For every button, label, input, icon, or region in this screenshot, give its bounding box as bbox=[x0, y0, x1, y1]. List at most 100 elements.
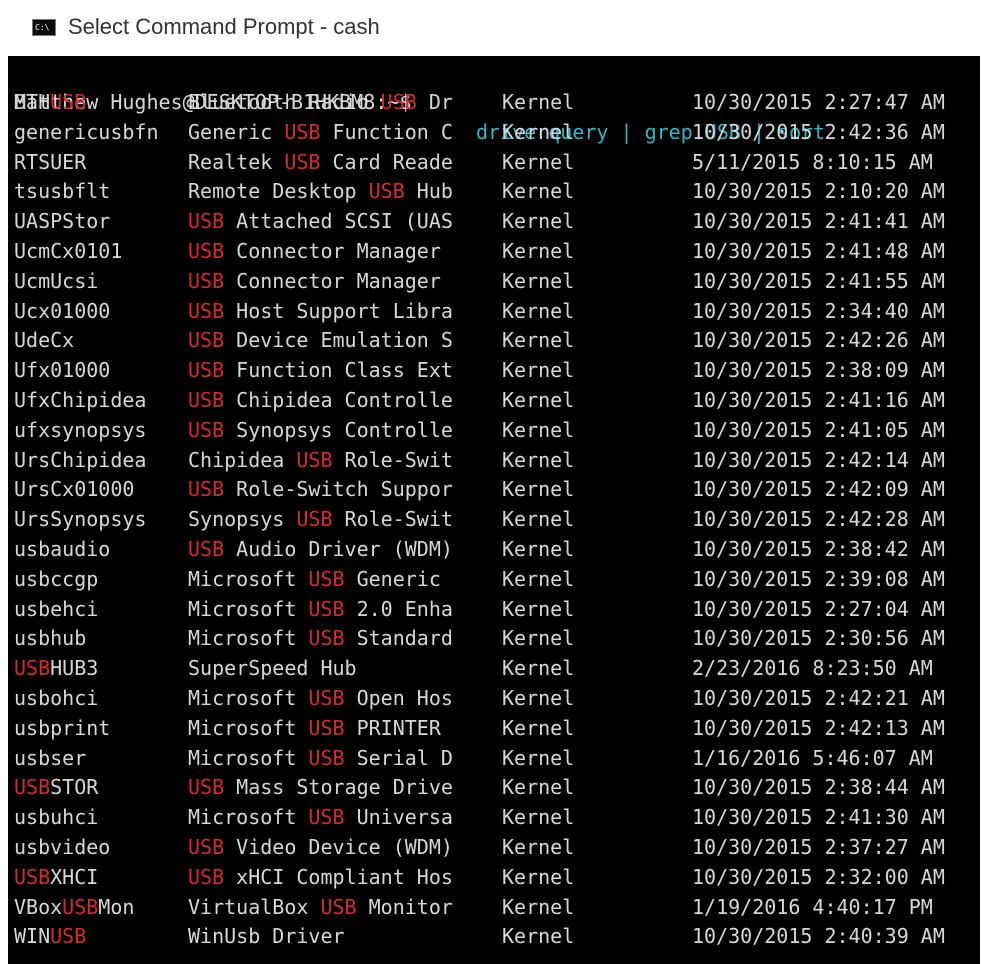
module-name-cell: usbprint bbox=[14, 715, 111, 740]
driver-type-cell: Kernel bbox=[502, 924, 575, 949]
link-date-cell: 10/30/2015 2:32:00 AM bbox=[692, 864, 945, 889]
display-name-cell: Bluetooth Radio USB Dr bbox=[188, 90, 453, 114]
driver-type-cell: Kernel bbox=[502, 835, 575, 859]
link-date-cell: 10/30/2015 2:42:13 AM bbox=[692, 715, 945, 740]
driver-type-cell: Kernel bbox=[502, 149, 575, 174]
grep-match-highlight: USB bbox=[368, 179, 405, 204]
link-date-cell: 10/30/2015 2:42:26 AM bbox=[692, 328, 945, 353]
driver-type-cell: Kernel bbox=[502, 775, 575, 800]
grep-match-highlight: USB bbox=[284, 149, 321, 174]
driver-type-cell: Kernel bbox=[502, 894, 575, 919]
driver-row: UrsSynopsys Synopsys USB Role-Swit Kernel 1… bbox=[8, 505, 980, 535]
driver-row: UcmCx0101 USB Connector Manager Kernel 10/3… bbox=[8, 237, 980, 267]
grep-match-highlight: USB bbox=[62, 894, 99, 919]
module-name-cell: USBXHCI bbox=[14, 864, 99, 889]
driver-row: UfxChipidea USB Chipidea Controlle Kernel 1… bbox=[8, 386, 980, 416]
link-date-cell: 10/30/2015 2:38:44 AM bbox=[692, 775, 945, 800]
driver-row: UcmUcsi USB Connector Manager Kernel 10/30/… bbox=[8, 267, 980, 297]
driver-type-cell: Kernel bbox=[502, 358, 575, 383]
link-date-cell: 10/30/2015 2:41:05 AM bbox=[692, 417, 945, 442]
module-name-cell: usbhub bbox=[14, 626, 87, 651]
grep-match-highlight: USB bbox=[188, 209, 225, 234]
display-name-cell: Microsoft USB Serial D bbox=[188, 745, 453, 770]
link-date-cell: 10/30/2015 2:40:39 AM bbox=[692, 924, 945, 949]
module-name-cell: usbaudio bbox=[14, 537, 111, 561]
module-name-cell: USBHUB3 bbox=[14, 656, 99, 681]
module-name-cell: usbohci bbox=[14, 686, 99, 710]
command-prompt-window: C:\ Select Command Prompt - cash Matthew… bbox=[0, 0, 1000, 964]
module-name-cell: Ufx01000 bbox=[14, 358, 111, 383]
link-date-cell: 10/30/2015 2:41:16 AM bbox=[692, 388, 945, 412]
grep-match-highlight: USB bbox=[188, 388, 225, 412]
display-name-cell: Synopsys USB Role-Swit bbox=[188, 507, 453, 532]
driver-type-cell: Kernel bbox=[502, 298, 575, 323]
grep-match-highlight: USB bbox=[50, 90, 87, 114]
grep-match-highlight: USB bbox=[188, 417, 225, 442]
link-date-cell: 10/30/2015 2:41:41 AM bbox=[692, 209, 945, 234]
display-name-cell: USB Role-Switch Suppor bbox=[188, 477, 453, 502]
driver-row: usbehci Microsoft USB 2.0 Enha Kernel 10/30… bbox=[8, 595, 980, 625]
module-name-cell: usbuhci bbox=[14, 805, 99, 830]
driver-row: USBHUB3 SuperSpeed Hub Kernel 2/23/2016 8:2… bbox=[8, 654, 980, 684]
prompt-line: Matthew Hughes@DESKTOP-B1HKBM8:~$ driver… bbox=[8, 58, 980, 144]
grep-match-highlight: USB bbox=[320, 894, 357, 919]
driver-type-cell: Kernel bbox=[502, 417, 575, 442]
grep-match-highlight: USB bbox=[284, 119, 321, 144]
driver-type-cell: Kernel bbox=[502, 596, 575, 621]
driver-type-cell: Kernel bbox=[502, 328, 575, 353]
module-name-cell: VBoxUSBMon bbox=[14, 894, 135, 919]
driver-row: usbccgp Microsoft USB Generic Kernel 10/30/… bbox=[8, 565, 980, 595]
driver-row: UdeCx USB Device Emulation S Kernel 10/30/2… bbox=[8, 326, 980, 356]
driver-type-cell: Kernel bbox=[502, 268, 575, 293]
driver-row: UrsCx01000 USB Role-Switch Suppor Kernel 10… bbox=[8, 475, 980, 505]
title-bar[interactable]: C:\ Select Command Prompt - cash bbox=[0, 0, 1000, 56]
link-date-cell: 5/11/2015 8:10:15 AM bbox=[692, 149, 933, 174]
driver-row: VBoxUSBMon VirtualBox USB Monitor Kernel 1/… bbox=[8, 893, 980, 923]
module-name-cell: USBSTOR bbox=[14, 775, 99, 800]
driver-row: RTSUER Realtek USB Card Reade Kernel 5/11/2… bbox=[8, 148, 980, 178]
module-name-cell: WINUSB bbox=[14, 924, 87, 949]
display-name-cell: Microsoft USB Standard bbox=[188, 626, 453, 651]
display-name-cell: Chipidea USB Role-Swit bbox=[188, 447, 453, 472]
driver-type-cell: Kernel bbox=[502, 209, 575, 234]
display-name-cell: Realtek USB Card Reade bbox=[188, 149, 453, 174]
grep-match-highlight: USB bbox=[188, 298, 225, 323]
link-date-cell: 10/30/2015 2:10:20 AM bbox=[692, 179, 945, 204]
console-output[interactable]: Matthew Hughes@DESKTOP-B1HKBM8:~$ driver… bbox=[8, 56, 980, 964]
link-date-cell: 10/30/2015 2:42:36 AM bbox=[692, 119, 945, 144]
module-name-cell: tsusbflt bbox=[14, 179, 111, 204]
grep-match-highlight: USB bbox=[296, 447, 333, 472]
driver-row: Ucx01000 USB Host Support Libra Kernel 10/3… bbox=[8, 297, 980, 327]
grep-match-highlight: USB bbox=[308, 686, 345, 710]
window-title: Select Command Prompt - cash bbox=[68, 14, 380, 39]
module-name-cell: UrsCx01000 bbox=[14, 477, 135, 502]
cmd-icon: C:\ bbox=[32, 19, 56, 36]
driver-row: WINUSB WinUsb Driver Kernel 10/30/2015 2:40… bbox=[8, 922, 980, 952]
display-name-cell: Microsoft USB PRINTER bbox=[188, 715, 441, 740]
module-name-cell: usbvideo bbox=[14, 835, 111, 859]
driver-row: BTHUSB Bluetooth Radio USB Dr Kernel 10/30/… bbox=[8, 88, 980, 118]
display-name-cell: Remote Desktop USB Hub bbox=[188, 179, 453, 204]
display-name-cell: USB Connector Manager bbox=[188, 239, 441, 263]
driver-type-cell: Kernel bbox=[502, 715, 575, 740]
module-name-cell: RTSUER bbox=[14, 149, 87, 174]
driver-type-cell: Kernel bbox=[502, 745, 575, 770]
display-name-cell: Microsoft USB 2.0 Enha bbox=[188, 596, 453, 621]
display-name-cell: USB Function Class Ext bbox=[188, 358, 453, 383]
grep-match-highlight: USB bbox=[188, 477, 225, 502]
display-name-cell: USB Device Emulation S bbox=[188, 328, 453, 353]
display-name-cell: Generic USB Function C bbox=[188, 119, 453, 144]
grep-match-highlight: USB bbox=[188, 864, 225, 889]
grep-match-highlight: USB bbox=[188, 775, 225, 800]
driver-row: usbvideo USB Video Device (WDM) Kernel 10/3… bbox=[8, 833, 980, 863]
driver-row: usbuhci Microsoft USB Universa Kernel 10/30… bbox=[8, 803, 980, 833]
link-date-cell: 10/30/2015 2:38:42 AM bbox=[692, 537, 945, 561]
link-date-cell: 10/30/2015 2:30:56 AM bbox=[692, 626, 945, 651]
driver-type-cell: Kernel bbox=[502, 537, 575, 561]
grep-match-highlight: USB bbox=[380, 90, 417, 114]
display-name-cell: Microsoft USB Open Hos bbox=[188, 686, 453, 710]
driver-type-cell: Kernel bbox=[502, 179, 575, 204]
link-date-cell: 10/30/2015 2:41:55 AM bbox=[692, 268, 945, 293]
driver-row: genericusbfn Generic USB Function C Kernel… bbox=[8, 118, 980, 148]
link-date-cell: 10/30/2015 2:34:40 AM bbox=[692, 298, 945, 323]
